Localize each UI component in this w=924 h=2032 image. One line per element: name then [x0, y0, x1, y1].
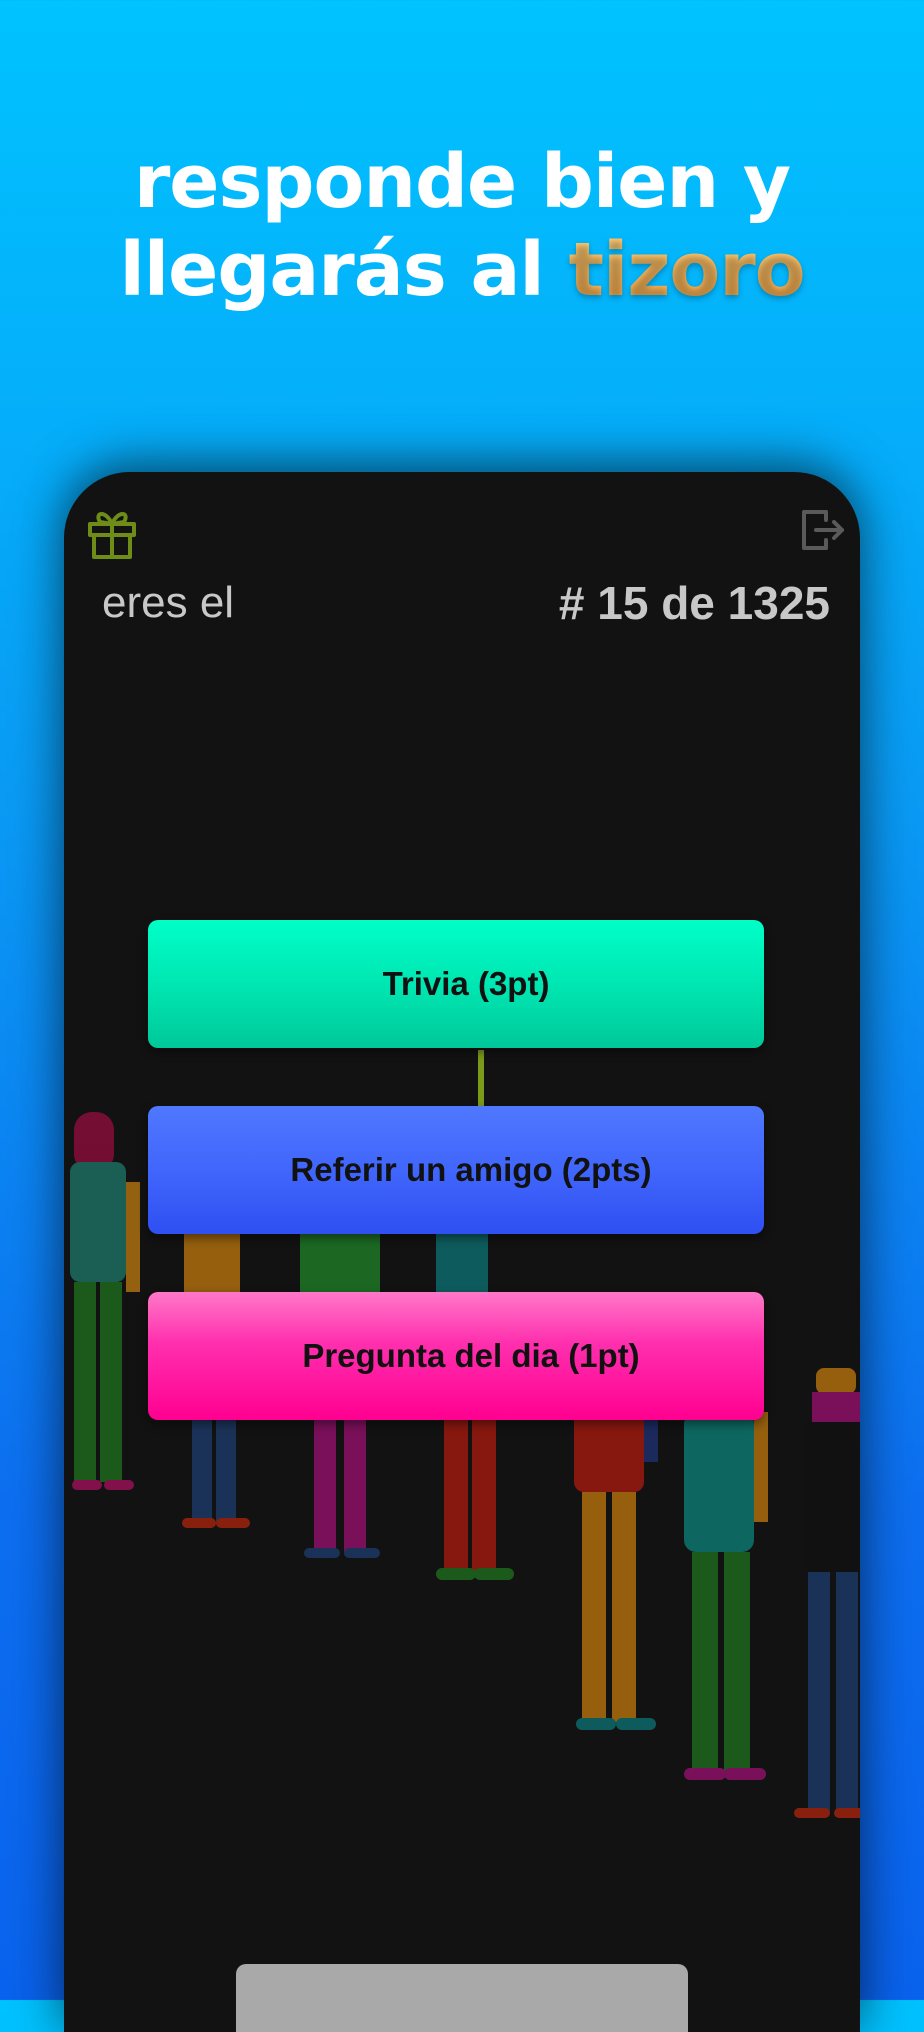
question-of-the-day-button[interactable]: Pregunta del dia (1pt)	[148, 1292, 764, 1420]
phone-screen: eres el # 15 de 1325 Trivia (3pt) Referi…	[64, 472, 860, 2032]
connector-line	[478, 1050, 484, 1106]
question-of-the-day-label: Pregunta del dia (1pt)	[302, 1337, 640, 1374]
trivia-button[interactable]: Trivia (3pt)	[148, 920, 764, 1048]
headline-line-2: llegarás al tizoro	[0, 226, 924, 314]
headline-line-2-prefix: llegarás al	[119, 227, 569, 313]
logout-icon[interactable]	[798, 506, 846, 554]
rank-value: # 15 de 1325	[558, 577, 830, 629]
refer-friend-button[interactable]: Referir un amigo (2pts)	[148, 1106, 764, 1234]
trivia-label: Trivia (3pt)	[382, 965, 550, 1002]
gift-icon[interactable]	[86, 506, 138, 560]
headline-line-1: responde bien y	[133, 139, 791, 225]
rank-label: eres el	[102, 578, 235, 627]
headline: responde bien y llegarás al tizoro	[0, 138, 924, 314]
bottom-action-bar[interactable]	[236, 1964, 688, 2032]
refer-friend-label: Referir un amigo (2pts)	[290, 1151, 652, 1188]
headline-accent: tizoro	[568, 227, 806, 313]
